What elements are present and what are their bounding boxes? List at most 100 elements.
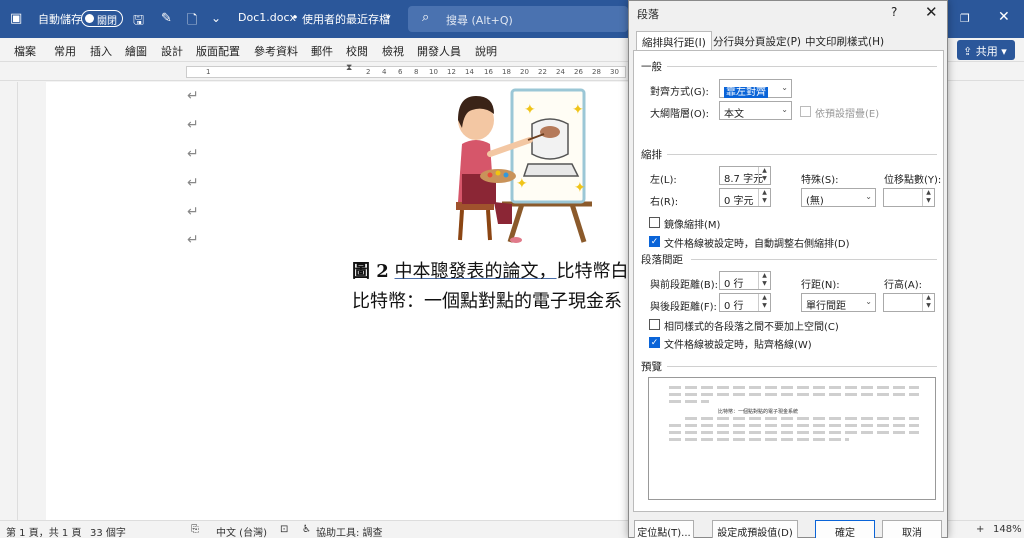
tab-indents-and-spacing[interactable]: 縮排與行距(I) [636, 31, 712, 51]
spinner-arrows-icon[interactable]: ▲ ▼ [758, 272, 770, 289]
set-as-default-button[interactable]: 設定成預設值(D) [712, 520, 798, 538]
tab-file[interactable]: 檔案 [14, 43, 36, 59]
help-button[interactable]: ? [891, 5, 897, 19]
easel-leg [569, 203, 587, 243]
tab-draw[interactable]: 繪圖 [125, 43, 147, 59]
autosave-toggle[interactable]: 關閉 [81, 10, 123, 27]
tab-layout[interactable]: 版面配置 [196, 43, 240, 59]
line-spacing-at-spinner[interactable]: ▲ ▼ [883, 293, 935, 312]
preview-following-line [685, 417, 919, 420]
special-indent-select[interactable]: (無) ⌄ [801, 188, 876, 207]
tab-design[interactable]: 設計 [161, 43, 183, 59]
spacing-before-value: 0 行 [724, 279, 744, 290]
tab-references[interactable]: 參考資料 [254, 43, 298, 59]
zoom-in-icon[interactable]: + [976, 524, 984, 535]
search-placeholder: 搜尋 (Alt+Q) [446, 14, 513, 27]
tab-home[interactable]: 常用 [54, 43, 76, 59]
word-count[interactable]: 33 個字 [90, 524, 126, 538]
proofing-icon[interactable]: ⎘ [191, 524, 199, 535]
section-divider [667, 154, 937, 155]
spinner-arrows-icon[interactable]: ▲ ▼ [922, 189, 934, 206]
line-spacing-select[interactable]: 單行間距 ⌄ [801, 293, 876, 312]
alignment-select[interactable]: 靠左對齊 ⌄ [719, 79, 792, 98]
toggle-knob [85, 14, 94, 23]
section-general: 一般 [641, 61, 662, 73]
painted-shade [540, 126, 560, 138]
page-count[interactable]: 第 1 頁，共 1 頁 [6, 524, 81, 538]
ruler-tick: 12 [447, 68, 456, 76]
ok-button[interactable]: 確定 [815, 520, 875, 538]
sparkle-icon: ✦ [574, 180, 586, 196]
spinner-arrows-icon[interactable]: ▲ ▼ [758, 294, 770, 311]
accessibility-status[interactable]: 協助工具: 調查 [316, 524, 383, 538]
chevron-down-icon: ▾ [1001, 45, 1007, 58]
search-box[interactable]: ⌕ 搜尋 (Alt+Q) [408, 6, 628, 32]
snap-to-grid-checkbox[interactable]: ✓ [649, 337, 660, 348]
share-button[interactable]: ⇪ 共用 ▾ [957, 40, 1015, 60]
tab-developer[interactable]: 開發人員 [417, 43, 461, 59]
indent-left-spinner[interactable]: 8.7 字元 ▲ ▼ [719, 166, 771, 185]
spinner-arrows-icon[interactable]: ▲ ▼ [922, 294, 934, 311]
indent-by-spinner[interactable]: ▲ ▼ [883, 188, 935, 207]
figure-caption-line1[interactable]: 圖 2 中本聰發表的論文，比特幣白 [352, 257, 629, 283]
line-spacing-at-label: 行高(A): [884, 280, 923, 291]
share-label: 共用 [975, 45, 998, 58]
line-spacing-value: 單行間距 [806, 301, 846, 312]
spinner-arrows-icon[interactable]: ▲ ▼ [758, 167, 770, 184]
tab-review[interactable]: 校閱 [346, 43, 368, 59]
chevron-down-icon[interactable]: ▾ [386, 13, 391, 23]
tab-help[interactable]: 說明 [475, 43, 497, 59]
spacing-after-spinner[interactable]: 0 行 ▲ ▼ [719, 293, 771, 312]
indent-by-label: 位移點數(Y): [884, 175, 942, 186]
vertical-ruler[interactable] [0, 82, 18, 520]
autosave-label: 自動儲存 [38, 13, 82, 26]
mirror-indents-checkbox[interactable] [649, 217, 660, 228]
indent-right-spinner[interactable]: 0 字元 ▲ ▼ [719, 188, 771, 207]
document-page[interactable]: ↵ ↵ ↵ ↵ ↵ ↵ ✦ ✦ ✦ ✦ 圖 2 中本聰發表的論文，比特幣白 比特… [46, 82, 646, 520]
paragraph-mark-icon: ↵ [187, 232, 199, 248]
sparkle-icon: ✦ [572, 102, 584, 118]
collapsed-by-default-checkbox[interactable] [800, 106, 811, 117]
search-icon: ⌕ [422, 10, 430, 25]
tabs-button[interactable]: 定位點(T)... [634, 520, 694, 538]
no-space-same-style-checkbox[interactable] [649, 319, 660, 330]
document-name[interactable]: Doc1.docx [238, 11, 296, 24]
close-icon[interactable]: ✕ [925, 3, 938, 21]
figure-caption-line2[interactable]: 比特幣：一個點對點的電子現金系 [352, 287, 622, 313]
section-spacing: 段落間距 [641, 254, 683, 266]
caption-text-rest: 比特幣白 [556, 261, 629, 282]
painted-base [522, 163, 580, 177]
paragraph-preview: 比特幣：一個點對點的電子現金系統 [648, 377, 936, 500]
auto-adjust-indent-checkbox[interactable]: ✓ [649, 236, 660, 247]
cancel-button[interactable]: 取消 [882, 520, 942, 538]
sparkle-icon: ✦ [524, 102, 536, 118]
spinner-arrows-icon[interactable]: ▲ ▼ [758, 189, 770, 206]
ruler-tick: 22 [538, 68, 547, 76]
chevron-down-icon: ⌄ [781, 83, 788, 92]
zoom-level[interactable]: 148% [993, 524, 1022, 535]
painter-illustration: ✦ ✦ ✦ ✦ [456, 88, 592, 243]
document-location-separator: • [292, 11, 299, 24]
spacing-before-spinner[interactable]: 0 行 ▲ ▼ [719, 271, 771, 290]
tab-insert[interactable]: 插入 [90, 43, 112, 59]
spacing-after-value: 0 行 [724, 301, 744, 312]
edit-icon[interactable]: ✎ [161, 11, 172, 26]
indent-marker-icon[interactable]: ⧗ [346, 63, 352, 73]
person-legs [494, 202, 512, 224]
text-predictions-icon[interactable]: ⊡ [280, 524, 288, 535]
document-location[interactable]: 使用者的最近存檔 [302, 11, 390, 27]
tab-mailings[interactable]: 郵件 [311, 43, 333, 59]
language-status[interactable]: 中文 (台灣) [216, 524, 267, 538]
ruler-tick: 8 [414, 68, 419, 76]
close-window-icon[interactable]: ✕ [998, 9, 1010, 25]
restore-window-icon[interactable]: ❐ [960, 12, 970, 25]
tab-view[interactable]: 檢視 [382, 43, 404, 59]
preview-previous-line [669, 393, 919, 396]
tab-line-and-page-breaks[interactable]: 分行與分頁設定(P) [708, 31, 806, 51]
new-document-icon[interactable]: 🗋 [187, 11, 197, 33]
tab-asian-typography[interactable]: 中文印刷樣式(H) [800, 31, 889, 51]
customize-toolbar-icon[interactable]: ⌄ [211, 11, 221, 25]
accessibility-icon: ♿ [302, 524, 311, 535]
outline-level-select[interactable]: 本文 ⌄ [719, 101, 792, 120]
save-icon[interactable]: 🖫 [133, 11, 144, 33]
